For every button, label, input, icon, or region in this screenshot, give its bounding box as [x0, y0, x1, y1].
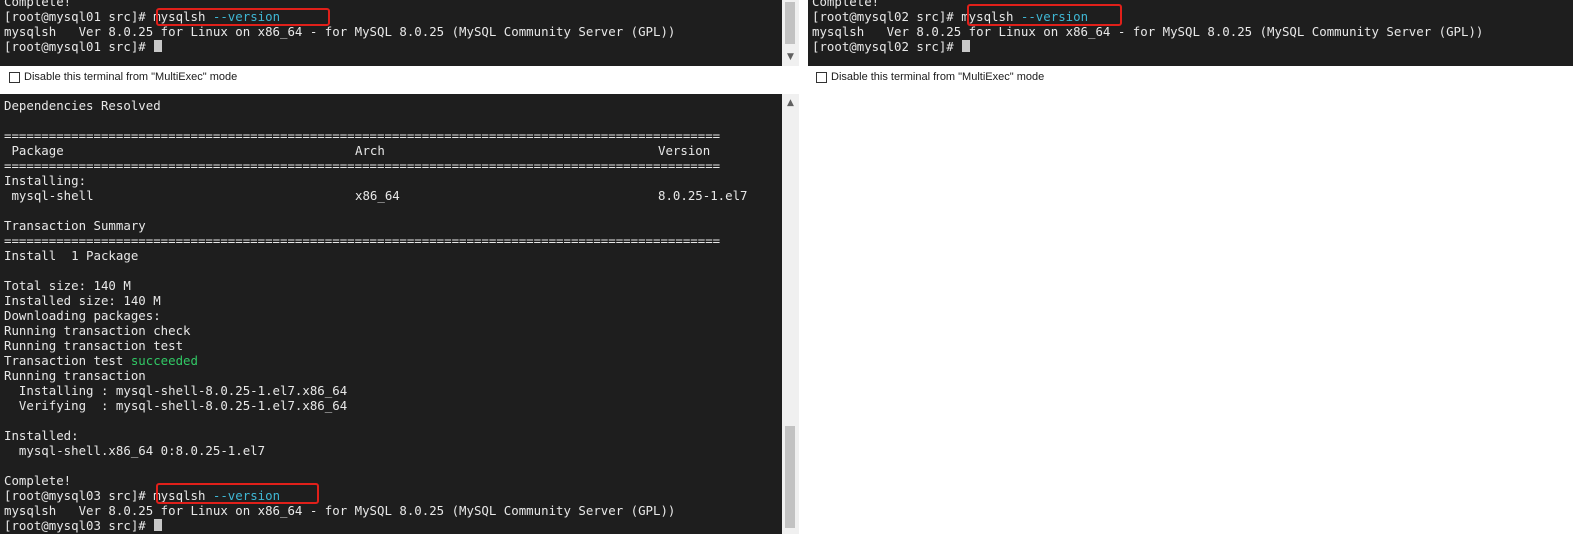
- scrollbar-thumb[interactable]: [785, 2, 795, 44]
- scroll-down-icon[interactable]: ▼: [782, 50, 799, 64]
- command-highlight-box: [156, 8, 330, 26]
- multiexec-label: Disable this terminal from "MultiExec" m…: [24, 71, 238, 83]
- multiexec-option-right[interactable]: Disable this terminal from "MultiExec" m…: [816, 67, 1044, 87]
- command-highlight-box: [156, 483, 319, 504]
- terminal-output: Complete! [root@mysql02 src]# mysqlsh --v…: [812, 0, 1484, 54]
- multiexec-checkbox[interactable]: [816, 71, 827, 83]
- terminal-output: Dependencies Resolved ===================…: [4, 98, 748, 533]
- multiexec-checkbox[interactable]: [9, 71, 20, 83]
- multiexec-label: Disable this terminal from "MultiExec" m…: [831, 71, 1045, 83]
- scrollbar[interactable]: ▼: [782, 0, 799, 66]
- scrollbar-thumb[interactable]: [785, 426, 795, 528]
- cursor: [154, 40, 163, 52]
- terminal-output: Complete! [root@mysql01 src]# mysqlsh --v…: [4, 0, 676, 54]
- terminal-mysql02[interactable]: Complete! [root@mysql02 src]# mysqlsh --v…: [808, 0, 1573, 66]
- terminal-mysql01[interactable]: Complete! [root@mysql01 src]# mysqlsh --v…: [0, 0, 782, 66]
- scrollbar[interactable]: ▲: [782, 94, 799, 534]
- cursor: [154, 519, 163, 531]
- multiexec-option-left[interactable]: Disable this terminal from "MultiExec" m…: [9, 67, 237, 87]
- scroll-up-icon[interactable]: ▲: [782, 96, 799, 110]
- cursor: [962, 40, 971, 52]
- terminal-mysql03[interactable]: Dependencies Resolved ===================…: [0, 94, 782, 534]
- command-highlight-box: [967, 4, 1122, 26]
